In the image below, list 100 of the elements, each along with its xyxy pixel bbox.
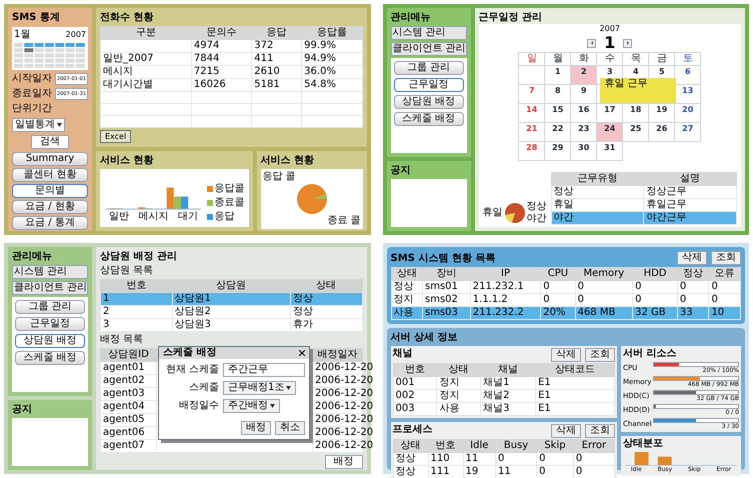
day-cell[interactable]: 22 [544,122,571,142]
day-cell[interactable]: 14 [518,104,545,122]
menu-button[interactable]: 근무일정 [15,317,85,331]
text-field[interactable]: 주간근무 [223,363,305,377]
menu-tab[interactable]: 클라이언트 관리 [12,281,88,295]
day-cell[interactable]: 16 [570,104,597,122]
axis-label: 일반 [108,211,129,223]
menu-tab[interactable]: 클라이언트 관리 [390,42,466,56]
day-cell[interactable]: 28 [518,142,545,160]
excel-button[interactable]: Excel [100,130,132,143]
action-button[interactable]: 조회 [585,348,615,362]
day-cell[interactable]: 1 [544,66,571,84]
day-cell[interactable]: 6 [674,66,701,84]
pie-chart-drawing [504,203,524,223]
action-button[interactable]: 삭제 [551,348,581,362]
day-cell[interactable]: 9 [570,84,597,104]
table-cell: 20% [543,307,566,318]
notice-title: 공지 [390,165,412,177]
day-cell[interactable]: 20 [674,104,701,122]
day-number: 22 [552,124,564,133]
day-cell[interactable]: 19 [648,104,675,122]
menu-button[interactable]: 그룹 관리 [15,300,85,314]
day-cell[interactable]: 23 [570,122,597,142]
table-cell: 정상 [292,306,313,317]
action-button[interactable]: 삭제 [551,424,581,438]
panel-title: 서비스 현황 [260,155,315,167]
table-cell: 0 [578,281,584,292]
menu-button[interactable]: 상담원 배정 [15,334,85,348]
section-title: 프로세스 [392,424,432,437]
table-cell: agent06 [103,427,145,438]
action-button[interactable]: 조회 [585,424,615,438]
day-cell[interactable]: 21 [518,122,545,142]
menu-button[interactable]: 문의별 [12,184,88,198]
table-cell: agent02 [103,375,145,386]
previous-button[interactable] [587,38,596,48]
month-label: 1 [604,35,616,51]
search-button[interactable]: 검색 [31,135,69,149]
menu-button[interactable]: 근무일정 [394,78,464,92]
menu-button[interactable]: 상담원 배정 [394,95,464,109]
section-title: 채널 [392,348,412,361]
day-cell[interactable]: 26 [648,122,675,142]
column-header: 채널 [498,364,518,375]
menu-button[interactable]: 요금 / 통계 [12,216,88,230]
column-header: Error [582,440,606,451]
menu-title: 관리메뉴 [390,12,432,24]
table-row[interactable]: 3 상담원3 휴가 [100,318,362,332]
table-cell: 94.9% [304,53,336,64]
column-header: Skip [544,440,566,451]
day-cell[interactable]: 17 [596,104,623,122]
day-cell[interactable]: 15 [544,104,571,122]
day-cell[interactable]: 7 [518,84,545,104]
day-number: 2 [580,67,587,76]
table-row[interactable]: 2 상담원2 정상 [100,306,362,318]
day-cell[interactable]: 2 [570,66,597,84]
axis-label: 메시지 [138,211,168,223]
day-number: 5 [658,67,665,76]
table-row[interactable]: 야간 야간근무 [551,212,736,224]
day-cell[interactable]: 24 [596,122,623,142]
menu-button[interactable]: 요금 / 현황 [12,200,88,214]
table-cell: 2006-12-20 [315,401,374,412]
day-cell[interactable]: 25 [622,122,649,142]
close-icon[interactable] [299,350,305,356]
action-button[interactable]: 조회 [711,251,741,265]
day-cell[interactable]: 31 [596,142,623,160]
menu-button[interactable]: Summary [12,152,88,166]
day-cell[interactable]: 27 [674,122,701,142]
table-cell: 002 [396,390,415,401]
dialog-button[interactable]: 배정 [241,421,271,435]
next-button[interactable] [623,38,632,48]
action-button[interactable]: 삭제 [677,251,707,265]
table-cell: 야간 [554,212,574,223]
menu-button[interactable]: 콜센터 현황 [12,168,88,182]
menu-button[interactable]: 그룹 관리 [394,61,464,75]
dropdown[interactable]: 주간배정 [223,399,280,413]
assign-button[interactable]: 배정 [324,455,362,469]
column-header: 상태코드 [555,364,596,375]
column-header: CPU [548,268,568,279]
dropdown[interactable]: 근무배정1조 [223,381,296,395]
table-cell: agent04 [103,401,145,412]
table-row[interactable]: 정상 sms01 211.232.1 0 0 0 0 0 [391,280,740,294]
menu-button[interactable]: 스케줄 배정 [394,112,464,126]
menu-tab[interactable]: 시스템 관리 [12,265,88,279]
table-cell: 채널2 [483,390,510,401]
table-cell: 사용 [439,403,460,414]
table-cell: 정상 [394,281,414,292]
table-cell: 0 [543,281,550,292]
section-title: 서버 리소스 [623,348,678,360]
day-cell[interactable]: 29 [544,142,571,160]
table-cell: 003 [396,403,415,414]
menu-button[interactable]: 스케줄 배정 [15,351,85,365]
period-dropdown[interactable]: 일별통계 [12,118,65,132]
day-number: 4 [632,67,639,76]
dialog-button[interactable]: 취소 [275,421,305,435]
page-title: 상담원 배정 관리 [100,251,178,263]
menu-tab[interactable]: 시스템 관리 [390,26,466,40]
table-row[interactable]: 사용 sms03 211.232.2 20% 468 MB 32 GB 33 10 [391,306,740,320]
day-cell[interactable]: 8 [544,84,571,104]
day-cell[interactable]: 18 [622,104,649,122]
table-row[interactable]: 1 상담원1 정상 [100,292,362,306]
day-cell[interactable]: 30 [570,142,597,160]
